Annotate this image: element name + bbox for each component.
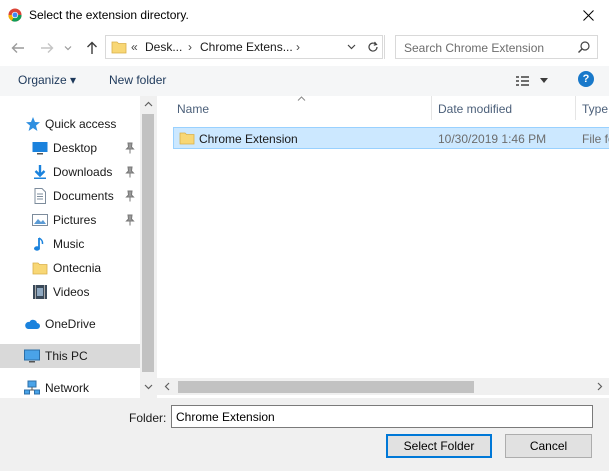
- column-header-name[interactable]: Name: [177, 102, 209, 116]
- search-box[interactable]: Search Chrome Extension: [395, 35, 598, 59]
- nav-item-onedrive[interactable]: OneDrive: [0, 312, 140, 336]
- nav-item-music[interactable]: Music: [0, 232, 140, 256]
- column-header-date[interactable]: Date modified: [438, 102, 512, 116]
- nav-label: Downloads: [53, 165, 113, 179]
- address-bar[interactable]: « Desk... › Chrome Extens... ›: [105, 35, 383, 59]
- pin-icon[interactable]: [125, 142, 135, 154]
- navigation-pane: Quick access Desktop Downloads Documents…: [0, 96, 140, 398]
- file-list: Name Date modified Type Chrome Extension…: [157, 96, 609, 398]
- computer-icon: [24, 349, 40, 363]
- close-button[interactable]: [567, 0, 609, 30]
- scroll-down-icon[interactable]: [144, 384, 153, 390]
- nav-label: Network: [45, 381, 90, 395]
- file-type: File fo: [582, 132, 609, 146]
- organize-button[interactable]: Organize ▾: [18, 73, 76, 87]
- file-date-modified: 10/30/2019 1:46 PM: [438, 132, 547, 146]
- nav-label: Documents: [53, 189, 114, 203]
- chrome-logo-icon: [8, 8, 22, 22]
- star-icon: [26, 117, 40, 131]
- arrow-up-icon: [87, 41, 97, 54]
- title-bar: Select the extension directory.: [0, 0, 609, 30]
- nav-label: Quick access: [45, 117, 117, 131]
- file-name: Chrome Extension: [199, 132, 298, 146]
- nav-item-network[interactable]: Network: [0, 376, 140, 398]
- search-icon[interactable]: [577, 40, 591, 54]
- close-icon: [582, 9, 594, 21]
- chevron-down-icon: [64, 46, 72, 51]
- pin-icon[interactable]: [125, 214, 135, 226]
- nav-label: Ontecnia: [53, 261, 102, 275]
- window-title: Select the extension directory.: [29, 8, 189, 22]
- column-divider[interactable]: [575, 96, 576, 120]
- pin-icon[interactable]: [125, 190, 135, 202]
- folder-input[interactable]: [171, 405, 593, 428]
- nav-label: OneDrive: [45, 317, 96, 331]
- help-button[interactable]: ?: [578, 71, 594, 87]
- cancel-button[interactable]: Cancel: [505, 434, 592, 458]
- column-divider[interactable]: [431, 96, 432, 120]
- chevron-down-icon[interactable]: [347, 44, 356, 50]
- scroll-right-icon[interactable]: [597, 382, 603, 391]
- new-folder-button[interactable]: New folder: [109, 73, 166, 87]
- scroll-left-icon[interactable]: [164, 382, 170, 391]
- pin-icon[interactable]: [125, 166, 135, 178]
- sort-ascending-icon: [297, 96, 306, 101]
- desktop-icon: [32, 142, 48, 155]
- nav-item-this-pc[interactable]: This PC: [0, 344, 140, 368]
- folder-icon: [32, 262, 48, 275]
- search-input[interactable]: Search Chrome Extension: [404, 41, 544, 55]
- address-overflow[interactable]: «: [131, 40, 138, 54]
- refresh-icon[interactable]: [367, 41, 379, 53]
- column-header-type[interactable]: Type: [582, 102, 608, 116]
- table-row[interactable]: Chrome Extension 10/30/2019 1:46 PM File…: [173, 127, 609, 149]
- nav-item-downloads[interactable]: Downloads: [0, 160, 140, 184]
- nav-label: This PC: [45, 349, 88, 363]
- nav-label: Pictures: [53, 213, 97, 227]
- pictures-icon: [32, 214, 48, 226]
- nav-item-pictures[interactable]: Pictures: [0, 208, 140, 232]
- back-button[interactable]: [8, 38, 28, 58]
- nav-label: Music: [53, 237, 85, 251]
- breadcrumb-separator[interactable]: ›: [296, 40, 300, 54]
- address-divider: [384, 35, 385, 59]
- nav-label: Videos: [53, 285, 90, 299]
- nav-item-ontecnia[interactable]: Ontecnia: [0, 256, 140, 280]
- download-icon: [34, 165, 46, 179]
- arrow-left-icon: [11, 43, 24, 53]
- nav-item-desktop[interactable]: Desktop: [0, 136, 140, 160]
- view-options-icon[interactable]: [515, 74, 531, 88]
- documents-icon: [34, 188, 46, 204]
- command-toolbar: Organize ▾ New folder: [0, 66, 609, 96]
- horizontal-scroll-thumb[interactable]: [178, 381, 474, 393]
- select-folder-button[interactable]: Select Folder: [386, 434, 492, 458]
- forward-button[interactable]: [37, 38, 57, 58]
- nav-label: Desktop: [53, 141, 98, 155]
- folder-icon: [179, 132, 195, 145]
- navigation-scroll-thumb[interactable]: [142, 114, 154, 372]
- nav-item-videos[interactable]: Videos: [0, 280, 140, 304]
- music-icon: [34, 237, 44, 251]
- arrow-right-icon: [41, 43, 54, 53]
- nav-item-quick-access[interactable]: Quick access: [0, 112, 140, 136]
- network-icon: [24, 380, 40, 395]
- cloud-icon: [25, 319, 40, 329]
- nav-item-documents[interactable]: Documents: [0, 184, 140, 208]
- scroll-up-icon[interactable]: [144, 101, 153, 107]
- chevron-down-icon[interactable]: [540, 78, 548, 83]
- breadcrumb-chrome-extension[interactable]: Chrome Extens...: [200, 40, 293, 54]
- breadcrumb-desktop[interactable]: Desk...: [145, 40, 182, 54]
- recent-locations-button[interactable]: [62, 38, 74, 58]
- up-button[interactable]: [82, 38, 102, 58]
- videos-icon: [33, 285, 47, 299]
- folder-label: Folder:: [129, 411, 167, 425]
- breadcrumb-separator[interactable]: ›: [188, 40, 192, 54]
- folder-icon: [111, 41, 127, 54]
